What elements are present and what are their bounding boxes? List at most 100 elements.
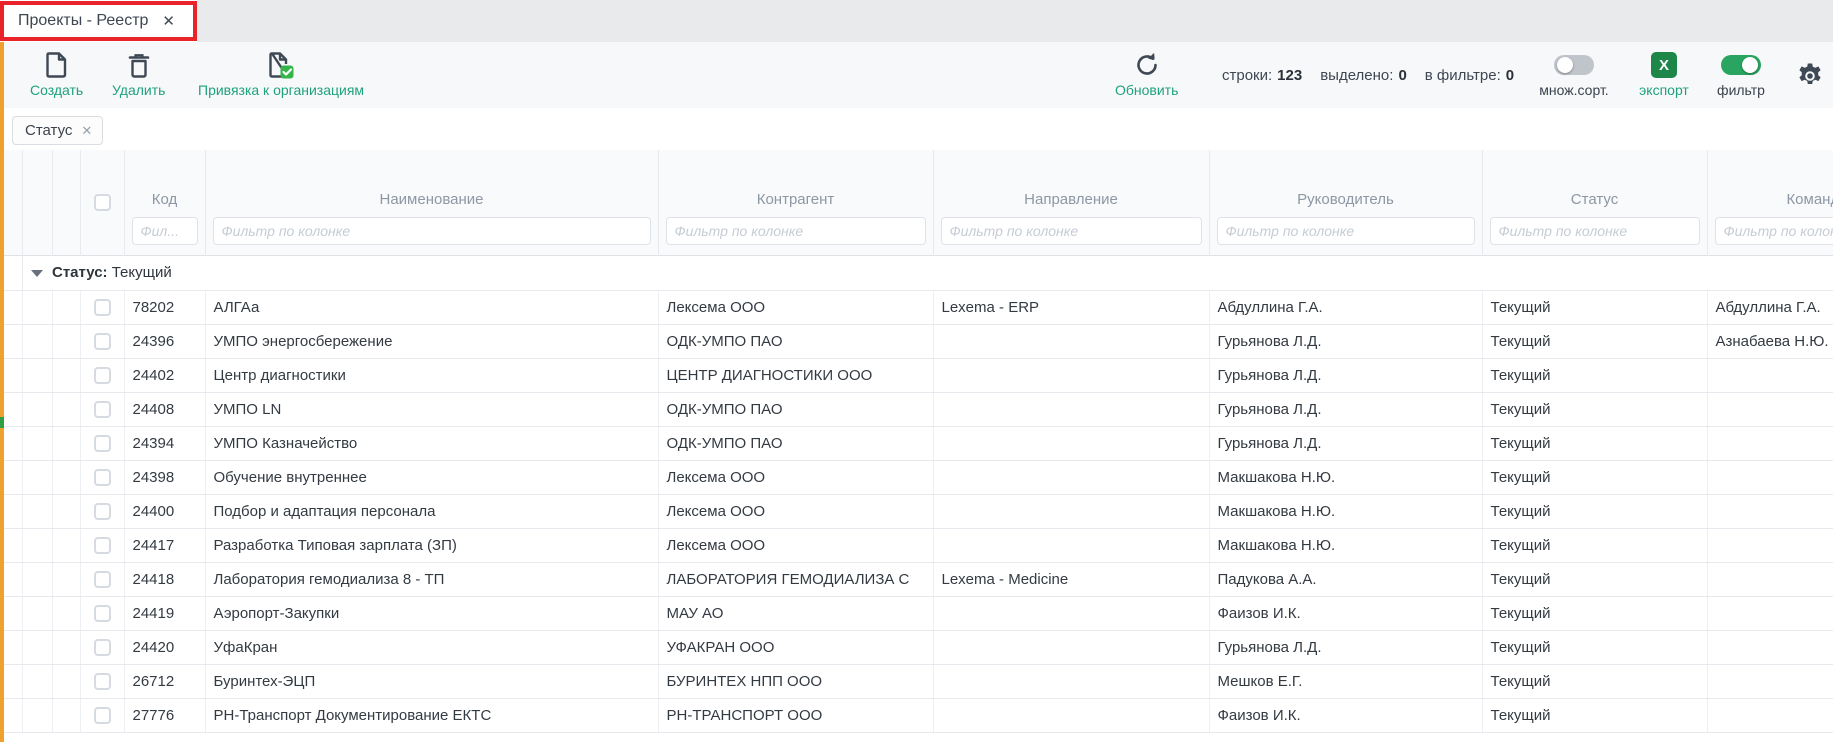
cell-direction[interactable]: [933, 324, 1209, 358]
cell-name[interactable]: Центр диагностики: [205, 358, 658, 392]
cell-direction[interactable]: [933, 630, 1209, 664]
cell-status[interactable]: Текущий: [1482, 290, 1707, 324]
cell-code[interactable]: 24417: [124, 528, 205, 562]
tab-close-icon[interactable]: ✕: [162, 14, 175, 29]
settings-gear-icon[interactable]: [1796, 62, 1824, 95]
filter-input-name[interactable]: [213, 217, 651, 245]
cell-code[interactable]: 24419: [124, 596, 205, 630]
cell-code[interactable]: 24418: [124, 562, 205, 596]
cell-counterparty[interactable]: МАУ АО: [658, 596, 933, 630]
cell-manager[interactable]: Падукова А.А.: [1209, 562, 1482, 596]
table-row[interactable]: 78202 АЛГАа Лексема ООО Lexema - ERP Абд…: [4, 290, 1833, 324]
filter-input-code[interactable]: [132, 217, 198, 245]
cell-direction[interactable]: [933, 494, 1209, 528]
cell-team[interactable]: [1707, 562, 1833, 596]
cell-name[interactable]: Подбор и адаптация персонала: [205, 494, 658, 528]
cell-manager[interactable]: Гурьянова Л.Д.: [1209, 392, 1482, 426]
cell-counterparty[interactable]: Лексема ООО: [658, 528, 933, 562]
column-header-status[interactable]: Статус: [1482, 150, 1707, 216]
cell-counterparty[interactable]: ОДК-УМПО ПАО: [658, 426, 933, 460]
cell-status[interactable]: Текущий: [1482, 324, 1707, 358]
cell-name[interactable]: АЛГАа: [205, 290, 658, 324]
cell-status[interactable]: Текущий: [1482, 392, 1707, 426]
cell-name[interactable]: Обучение внутреннее: [205, 460, 658, 494]
cell-code[interactable]: 24394: [124, 426, 205, 460]
table-row[interactable]: 26712 Буринтех-ЭЦП БУРИНТЕХ НПП ООО Мешк…: [4, 664, 1833, 698]
cell-status[interactable]: Текущий: [1482, 664, 1707, 698]
cell-status[interactable]: Текущий: [1482, 630, 1707, 664]
cell-name[interactable]: УфаКран: [205, 630, 658, 664]
cell-direction[interactable]: [933, 664, 1209, 698]
cell-team[interactable]: [1707, 664, 1833, 698]
row-checkbox[interactable]: [80, 528, 124, 562]
cell-counterparty[interactable]: УФАКРАН ООО: [658, 630, 933, 664]
cell-direction[interactable]: [933, 392, 1209, 426]
multisort-toggle[interactable]: множ.сорт.: [1534, 51, 1614, 98]
filter-input-manager[interactable]: [1217, 217, 1475, 245]
row-checkbox[interactable]: [80, 358, 124, 392]
cell-team[interactable]: [1707, 460, 1833, 494]
column-header-direction[interactable]: Направление: [933, 150, 1209, 216]
cell-manager[interactable]: Макшакова Н.Ю.: [1209, 528, 1482, 562]
cell-code[interactable]: 24398: [124, 460, 205, 494]
cell-code[interactable]: 24420: [124, 630, 205, 664]
cell-code[interactable]: 27776: [124, 698, 205, 732]
cell-code[interactable]: 24396: [124, 324, 205, 358]
cell-direction[interactable]: [933, 426, 1209, 460]
table-row[interactable]: 24396 УМПО энергосбережение ОДК-УМПО ПАО…: [4, 324, 1833, 358]
cell-direction[interactable]: Lexema - Medicine: [933, 562, 1209, 596]
table-row[interactable]: 24394 УМПО Казначейство ОДК-УМПО ПАО Гур…: [4, 426, 1833, 460]
row-checkbox[interactable]: [80, 426, 124, 460]
toggle-on-icon[interactable]: [1721, 55, 1761, 75]
cell-counterparty[interactable]: БУРИНТЕХ НПП ООО: [658, 664, 933, 698]
filter-input-counterparty[interactable]: [666, 217, 926, 245]
cell-team[interactable]: [1707, 698, 1833, 732]
link-organizations-button[interactable]: Привязка к организациям: [198, 51, 364, 98]
table-row[interactable]: 24417 Разработка Типовая зарплата (ЗП) Л…: [4, 528, 1833, 562]
column-header-manager[interactable]: Руководитель: [1209, 150, 1482, 216]
table-row[interactable]: 24398 Обучение внутреннее Лексема ООО Ма…: [4, 460, 1833, 494]
table-row[interactable]: 24408 УМПО LN ОДК-УМПО ПАО Гурьянова Л.Д…: [4, 392, 1833, 426]
cell-direction[interactable]: Lexema - ERP: [933, 290, 1209, 324]
row-checkbox[interactable]: [80, 630, 124, 664]
cell-code[interactable]: 26712: [124, 664, 205, 698]
row-checkbox[interactable]: [80, 460, 124, 494]
cell-manager[interactable]: Гурьянова Л.Д.: [1209, 630, 1482, 664]
cell-code[interactable]: 24400: [124, 494, 205, 528]
tab-projects-registry[interactable]: Проекты - Реестр ✕: [0, 0, 197, 42]
cell-status[interactable]: Текущий: [1482, 426, 1707, 460]
row-checkbox[interactable]: [80, 664, 124, 698]
group-chip-status[interactable]: Статус ✕: [12, 116, 103, 145]
cell-team[interactable]: [1707, 426, 1833, 460]
cell-name[interactable]: Аэропорт-Закупки: [205, 596, 658, 630]
cell-status[interactable]: Текущий: [1482, 596, 1707, 630]
filter-input-status[interactable]: [1490, 217, 1700, 245]
table-row[interactable]: 24402 Центр диагностики ЦЕНТР ДИАГНОСТИК…: [4, 358, 1833, 392]
cell-code[interactable]: 24408: [124, 392, 205, 426]
cell-status[interactable]: Текущий: [1482, 528, 1707, 562]
filter-toggle[interactable]: фильтр: [1711, 51, 1771, 98]
cell-counterparty[interactable]: ОДК-УМПО ПАО: [658, 324, 933, 358]
column-header-team[interactable]: Команда: [1707, 150, 1833, 216]
table-row[interactable]: 24418 Лаборатория гемодиализа 8 - ТП ЛАБ…: [4, 562, 1833, 596]
cell-name[interactable]: Буринтех-ЭЦП: [205, 664, 658, 698]
cell-counterparty[interactable]: ЛАБОРАТОРИЯ ГЕМОДИАЛИЗА С: [658, 562, 933, 596]
cell-direction[interactable]: [933, 528, 1209, 562]
filter-input-team[interactable]: [1715, 217, 1833, 245]
cell-manager[interactable]: Гурьянова Л.Д.: [1209, 324, 1482, 358]
row-checkbox[interactable]: [80, 392, 124, 426]
table-row[interactable]: 27776 РН-Транспорт Документирование ЕКТС…: [4, 698, 1833, 732]
cell-manager[interactable]: Фаизов И.К.: [1209, 596, 1482, 630]
column-header-code[interactable]: Код: [124, 150, 205, 216]
cell-manager[interactable]: Мешков Е.Г.: [1209, 664, 1482, 698]
cell-status[interactable]: Текущий: [1482, 460, 1707, 494]
cell-status[interactable]: Текущий: [1482, 494, 1707, 528]
table-row[interactable]: 24420 УфаКран УФАКРАН ООО Гурьянова Л.Д.…: [4, 630, 1833, 664]
cell-status[interactable]: Текущий: [1482, 698, 1707, 732]
cell-code[interactable]: 78202: [124, 290, 205, 324]
cell-code[interactable]: 24402: [124, 358, 205, 392]
cell-manager[interactable]: Макшакова Н.Ю.: [1209, 494, 1482, 528]
select-all-checkbox[interactable]: [80, 150, 124, 255]
row-checkbox[interactable]: [80, 324, 124, 358]
create-button[interactable]: Создать: [30, 51, 83, 98]
